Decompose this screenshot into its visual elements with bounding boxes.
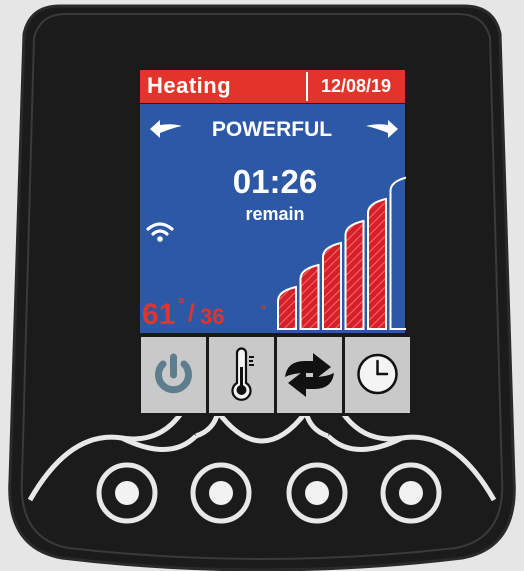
physical-button-3[interactable] (286, 462, 348, 524)
power-mode-label: POWERFUL (211, 118, 333, 141)
power-bar-active (322, 241, 342, 330)
power-button[interactable] (141, 337, 206, 413)
power-bar-active (299, 263, 320, 330)
controller-panel: Heating 12/08/19 POWERFUL 01:26 remain 6… (0, 0, 524, 571)
cycle-arrows-icon (285, 353, 334, 397)
timer-button[interactable] (345, 337, 410, 413)
power-bar-active (367, 197, 387, 330)
arrow-left-icon (150, 120, 182, 138)
wifi-icon (146, 222, 174, 242)
clock-icon (357, 353, 398, 395)
power-icon (155, 353, 192, 394)
temperature-button[interactable] (209, 337, 274, 413)
target-degree-symbol: ° (261, 302, 267, 317)
power-level-bars (277, 176, 406, 330)
temperature-separator: / (188, 300, 195, 327)
actual-temperature: 61 (142, 298, 176, 331)
actual-degree-symbol: ° (178, 296, 185, 313)
physical-button-2[interactable] (190, 462, 252, 524)
mode-label: Heating (147, 73, 232, 98)
mode-button[interactable] (277, 337, 342, 413)
target-temperature: 36 (200, 304, 225, 329)
power-bar-active (344, 219, 365, 330)
date-display: 12/08/19 (306, 72, 404, 101)
thermometer-icon (231, 347, 254, 401)
physical-button-1[interactable] (96, 462, 158, 524)
power-bar-active (277, 285, 297, 330)
physical-button-4[interactable] (380, 462, 442, 524)
arrow-right-icon (366, 120, 398, 138)
power-bar-inactive (389, 176, 406, 330)
